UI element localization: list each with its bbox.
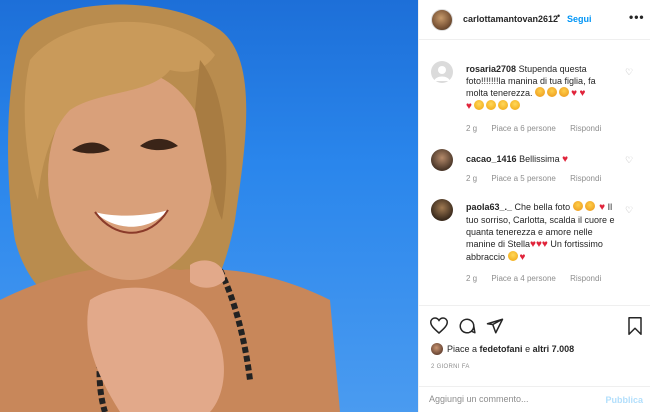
liker-username[interactable]: fedetofani [480, 344, 523, 354]
post-date[interactable]: 2 GIORNI FA [431, 364, 470, 370]
comment-username[interactable]: paola63_._ [466, 202, 512, 212]
like-comment-icon[interactable]: ♡ [625, 205, 633, 216]
post-actions: Piace a fedetofani e altri 7.008 2 GIORN… [419, 305, 650, 412]
comment-meta: 2 g Piace a 4 persone Rispondi [466, 274, 613, 283]
red-heart-emoji: ♥ [579, 88, 586, 99]
post-header: carlottamantovan2612 • Segui ••• [419, 0, 650, 40]
comment-time: 2 g [466, 174, 478, 183]
share-icon[interactable] [486, 317, 504, 340]
hug-emoji [507, 251, 518, 261]
red-heart-emoji: ♥ [541, 239, 548, 250]
smile-emoji [510, 100, 521, 110]
reply-button[interactable]: Rispondi [570, 174, 601, 183]
red-heart-emoji: ♥ [599, 202, 606, 213]
comment-likes[interactable]: Piace a 5 persone [491, 174, 556, 183]
comment-icon[interactable] [458, 317, 476, 340]
comment-text: rosaria2708 Stupenda questa foto!!!!!!!l… [466, 63, 616, 113]
comment-text: cacao_1416 Bellissima ♥ [466, 153, 616, 166]
more-options-icon[interactable]: ••• [629, 10, 645, 24]
likes-others[interactable]: altri 7.008 [533, 344, 575, 354]
like-comment-icon[interactable]: ♡ [625, 67, 633, 78]
liker-avatar[interactable] [431, 343, 443, 355]
author-username[interactable]: carlottamantovan2612 [463, 14, 558, 24]
comment-time: 2 g [466, 274, 478, 283]
comment-likes[interactable]: Piace a 4 persone [491, 274, 556, 283]
commenter-avatar[interactable] [431, 149, 453, 171]
smile-emoji [474, 100, 485, 110]
comment-username[interactable]: rosaria2708 [466, 64, 516, 74]
author-avatar[interactable] [431, 9, 453, 31]
red-heart-emoji: ♥ [562, 154, 569, 165]
heart-eyes-emoji [559, 87, 570, 97]
comment-body: Bellissima [519, 154, 560, 164]
red-heart-emoji: ♥ [466, 101, 472, 112]
red-heart-emoji: ♥ [519, 252, 526, 263]
smile-emoji [486, 100, 497, 110]
add-comment-bar: Pubblica [419, 386, 650, 412]
heart-eyes-emoji [572, 201, 583, 211]
red-heart-emoji: ♥ [571, 88, 577, 99]
commenter-avatar[interactable] [431, 61, 453, 83]
post-sidebar: carlottamantovan2612 • Segui ••• rosaria… [418, 0, 650, 412]
comment-likes[interactable]: Piace a 6 persone [491, 124, 556, 133]
smile-emoji [498, 100, 509, 110]
likes-summary: Piace a fedetofani e altri 7.008 [431, 343, 574, 355]
like-comment-icon[interactable]: ♡ [625, 155, 633, 166]
comment-time: 2 g [466, 124, 478, 133]
comment-input[interactable] [429, 394, 589, 404]
publish-button[interactable]: Pubblica [605, 395, 643, 405]
comment-meta: 2 g Piace a 5 persone Rispondi [466, 174, 613, 183]
comment-meta: 2 g Piace a 6 persone Rispondi [466, 124, 613, 133]
likes-conjunction: e [525, 344, 531, 354]
commenter-avatar[interactable] [431, 199, 453, 221]
follow-button[interactable]: Segui [567, 14, 592, 24]
likes-prefix: Piace a [447, 344, 478, 354]
header-separator: • [557, 11, 561, 21]
comments-list[interactable]: rosaria2708 Stupenda questa foto!!!!!!!l… [419, 41, 650, 304]
bookmark-icon[interactable] [627, 317, 643, 340]
heart-eyes-emoji [584, 201, 595, 211]
comment-body: Che bella foto [514, 202, 571, 212]
reply-button[interactable]: Rispondi [570, 274, 601, 283]
comment-username[interactable]: cacao_1416 [466, 154, 517, 164]
post-photo[interactable] [0, 0, 418, 412]
reply-button[interactable]: Rispondi [570, 124, 601, 133]
heart-icon[interactable] [429, 317, 449, 339]
heart-eyes-emoji [535, 87, 546, 97]
heart-eyes-emoji [547, 87, 558, 97]
selfie-illustration [0, 4, 340, 412]
comment-text: paola63_._ Che bella foto ♥ Il tuo sorri… [466, 201, 616, 264]
